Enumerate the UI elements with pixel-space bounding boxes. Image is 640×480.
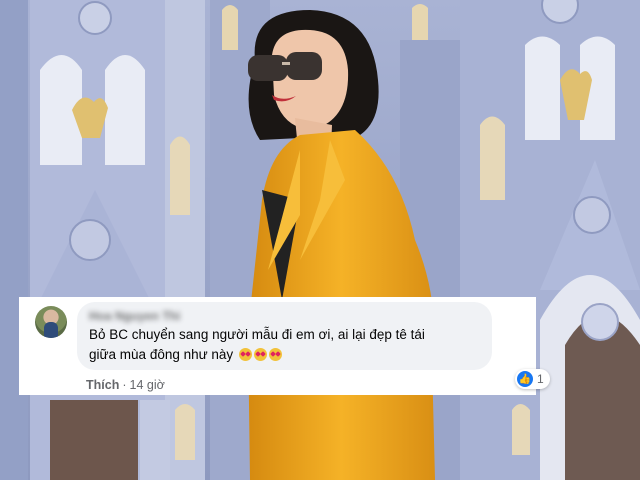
heart-eyes-emoji-icon <box>253 348 267 361</box>
like-icon: 👍 <box>517 371 533 387</box>
heart-eyes-emoji-icon <box>268 348 282 361</box>
comment-actions: Thích · 14 giờ <box>86 378 165 392</box>
heart-eyes-emoji-icon <box>238 348 252 361</box>
reaction-count: 1 <box>537 372 544 386</box>
comment-card: Hoa Nguyen Thi Bỏ BC chuyển sang người m… <box>19 297 550 395</box>
separator-dot: · <box>122 378 127 392</box>
comment-author-name[interactable]: Hoa Nguyen Thi <box>89 309 180 323</box>
like-action-button[interactable]: Thích <box>86 378 119 392</box>
church-and-woman-illustration <box>0 0 640 480</box>
comment-timestamp[interactable]: 14 giờ <box>130 378 165 392</box>
comment-text-line-1: Bỏ BC chuyển sang người mẫu đi em ơi, ai… <box>89 327 425 342</box>
comment-text-line-2: giữa mùa đông như này <box>89 347 234 362</box>
avatar[interactable] <box>35 306 67 338</box>
comment-bubble: Hoa Nguyen Thi Bỏ BC chuyển sang người m… <box>77 302 550 389</box>
comment-text: Bỏ BC chuyển sang người mẫu đi em ơi, ai… <box>89 325 484 365</box>
reaction-count-badge[interactable]: 👍 1 <box>515 369 550 389</box>
background-photo <box>0 0 640 480</box>
right-tower <box>460 0 640 480</box>
